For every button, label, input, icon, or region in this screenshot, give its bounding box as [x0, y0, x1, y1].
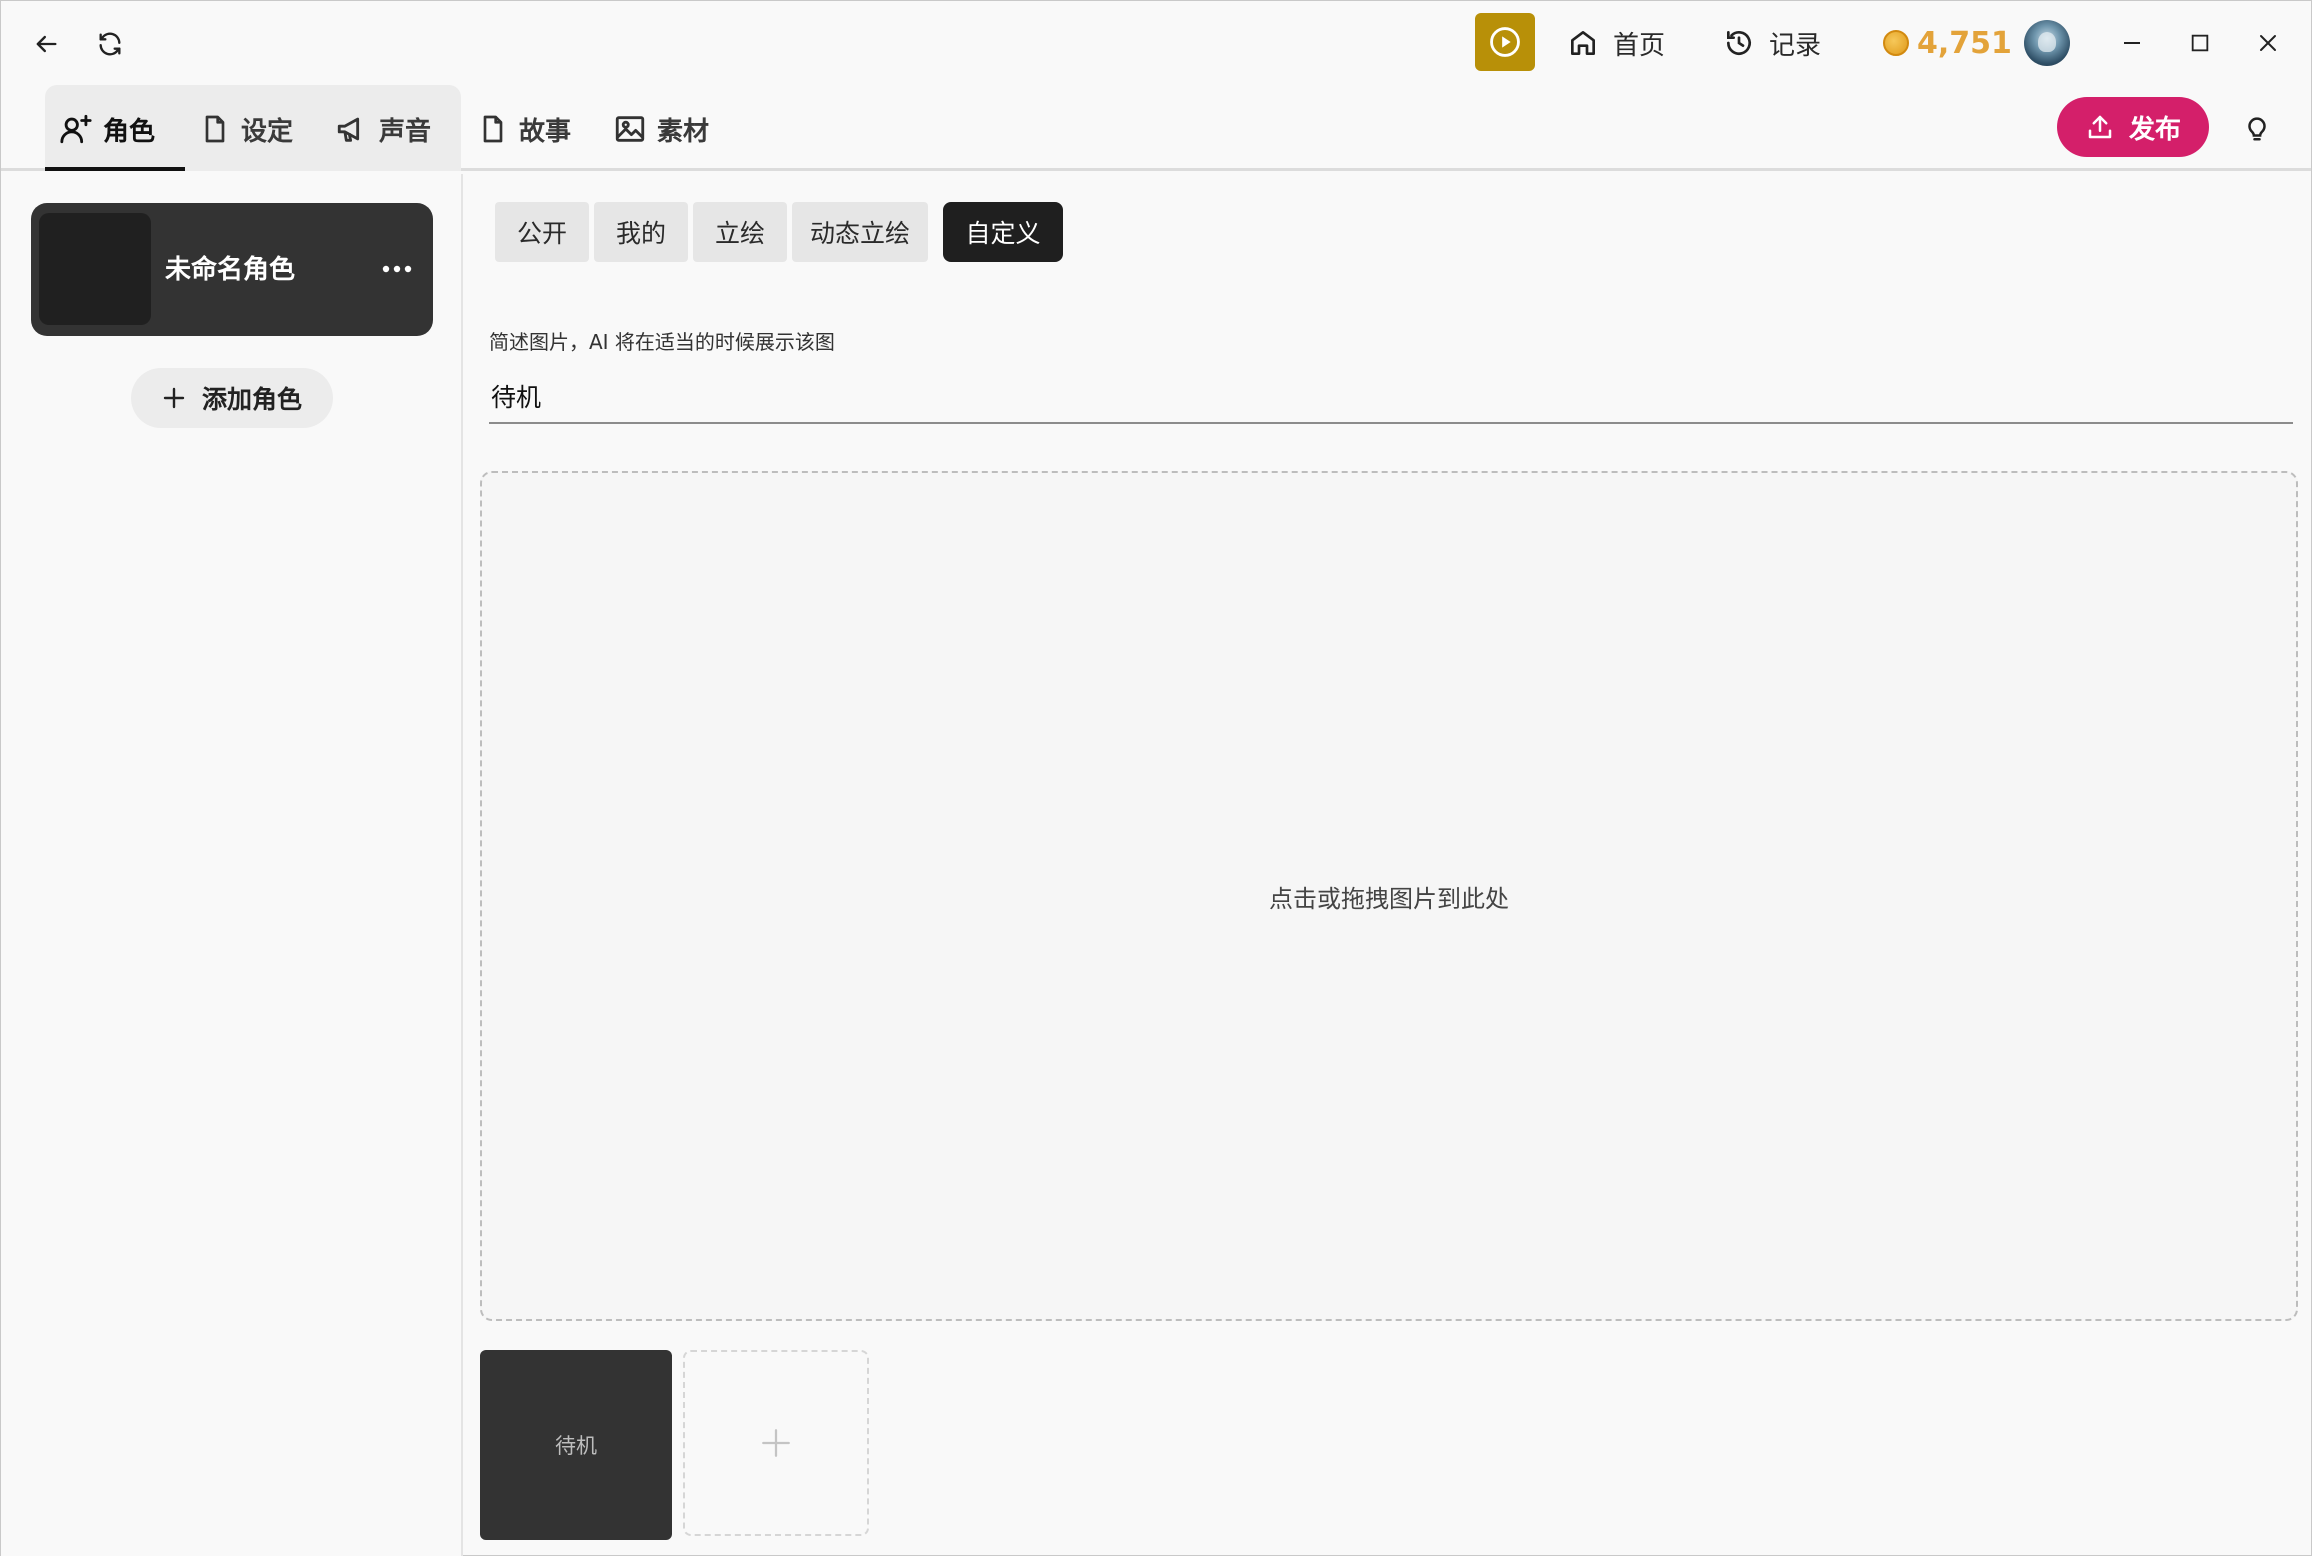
add-character-label: 添加角色	[201, 385, 302, 414]
nav-home-link[interactable]: 首页	[1567, 19, 1665, 67]
description-input[interactable]	[489, 370, 2293, 424]
tab-assets[interactable]: 素材	[613, 107, 709, 151]
description-label: 简述图片，AI 将在适当的时候展示该图	[489, 330, 835, 354]
lightbulb-icon	[2248, 117, 2266, 141]
history-icon	[1727, 31, 1751, 55]
coin-value: 4,751	[1917, 25, 2012, 61]
upload-icon	[2088, 115, 2112, 139]
tips-button[interactable]	[2233, 105, 2281, 151]
more-horizontal-icon	[382, 265, 412, 273]
close-icon	[2260, 35, 2276, 51]
refresh-icon	[99, 32, 121, 56]
document-icon	[205, 115, 225, 143]
back-button[interactable]	[23, 21, 69, 67]
play-circle-icon	[1490, 27, 1520, 57]
reload-button[interactable]	[87, 21, 133, 67]
minimize-icon	[2124, 42, 2140, 44]
dropzone-text: 点击或拖拽图片到此处	[1269, 884, 1509, 913]
home-icon	[1571, 31, 1595, 55]
segment-portrait[interactable]: 立绘	[693, 202, 787, 262]
avatar[interactable]	[2023, 20, 2070, 66]
character-thumbnail	[39, 213, 151, 325]
arrow-left-icon	[36, 35, 57, 53]
main-panel: 公开 我的 立绘 动态立绘 自定义 简述图片，AI 将在适当的时候展示该图 点击…	[465, 174, 2311, 1556]
add-image-button[interactable]	[683, 1350, 869, 1536]
character-card[interactable]: 未命名角色	[31, 203, 433, 336]
document-icon	[483, 115, 503, 143]
editor-tab-bar: 角色 设定 声音 故事 素材 发布	[1, 85, 2311, 171]
character-more-button[interactable]	[375, 247, 419, 291]
tab-settings[interactable]: 设定	[199, 107, 293, 151]
tab-story-label: 故事	[519, 116, 572, 147]
publish-label: 发布	[2128, 114, 2181, 145]
title-bar: 首页 记录 4,751	[1, 1, 2311, 85]
minimize-button[interactable]	[2107, 19, 2157, 67]
thumbnail-label: 待机	[555, 1434, 597, 1458]
maximize-button[interactable]	[2175, 19, 2225, 67]
tab-settings-label: 设定	[241, 116, 294, 147]
image-dropzone[interactable]: 点击或拖拽图片到此处	[480, 471, 2298, 1321]
nav-home-label: 首页	[1613, 30, 1666, 61]
nav-history-link[interactable]: 记录	[1723, 19, 1821, 67]
add-character-button[interactable]: 添加角色	[131, 368, 333, 428]
image-icon	[615, 116, 645, 142]
coin-icon	[1883, 30, 1909, 56]
segment-public[interactable]: 公开	[495, 202, 589, 262]
character-sidebar: 未命名角色 添加角色	[1, 174, 463, 1556]
plus-icon	[163, 387, 185, 409]
tab-voice-label: 声音	[379, 116, 432, 147]
plus-icon	[762, 1429, 790, 1457]
coin-balance[interactable]: 4,751	[1883, 19, 2070, 67]
publish-button[interactable]: 发布	[2057, 97, 2209, 157]
segment-mine[interactable]: 我的	[594, 202, 688, 262]
image-thumbnail[interactable]: 待机	[480, 1350, 672, 1540]
maximize-icon	[2191, 34, 2209, 52]
tab-character[interactable]: 角色	[59, 107, 155, 151]
megaphone-icon	[337, 117, 360, 142]
nav-history-label: 记录	[1769, 30, 1822, 61]
user-plus-icon	[60, 114, 92, 144]
play-button[interactable]	[1475, 13, 1535, 71]
character-name: 未命名角色	[165, 255, 296, 285]
tab-assets-label: 素材	[657, 116, 710, 147]
close-button[interactable]	[2243, 19, 2293, 67]
tab-voice[interactable]: 声音	[335, 107, 431, 151]
segment-custom[interactable]: 自定义	[943, 202, 1063, 262]
tab-character-label: 角色	[103, 116, 156, 147]
app-window: 首页 记录 4,751 角色 设定 声音 故事 素材 发布 未命名角色 添加角色…	[0, 0, 2312, 1556]
active-tab-indicator	[45, 167, 185, 171]
segment-dynamic-portrait[interactable]: 动态立绘	[792, 202, 928, 262]
tab-story[interactable]: 故事	[477, 107, 571, 151]
